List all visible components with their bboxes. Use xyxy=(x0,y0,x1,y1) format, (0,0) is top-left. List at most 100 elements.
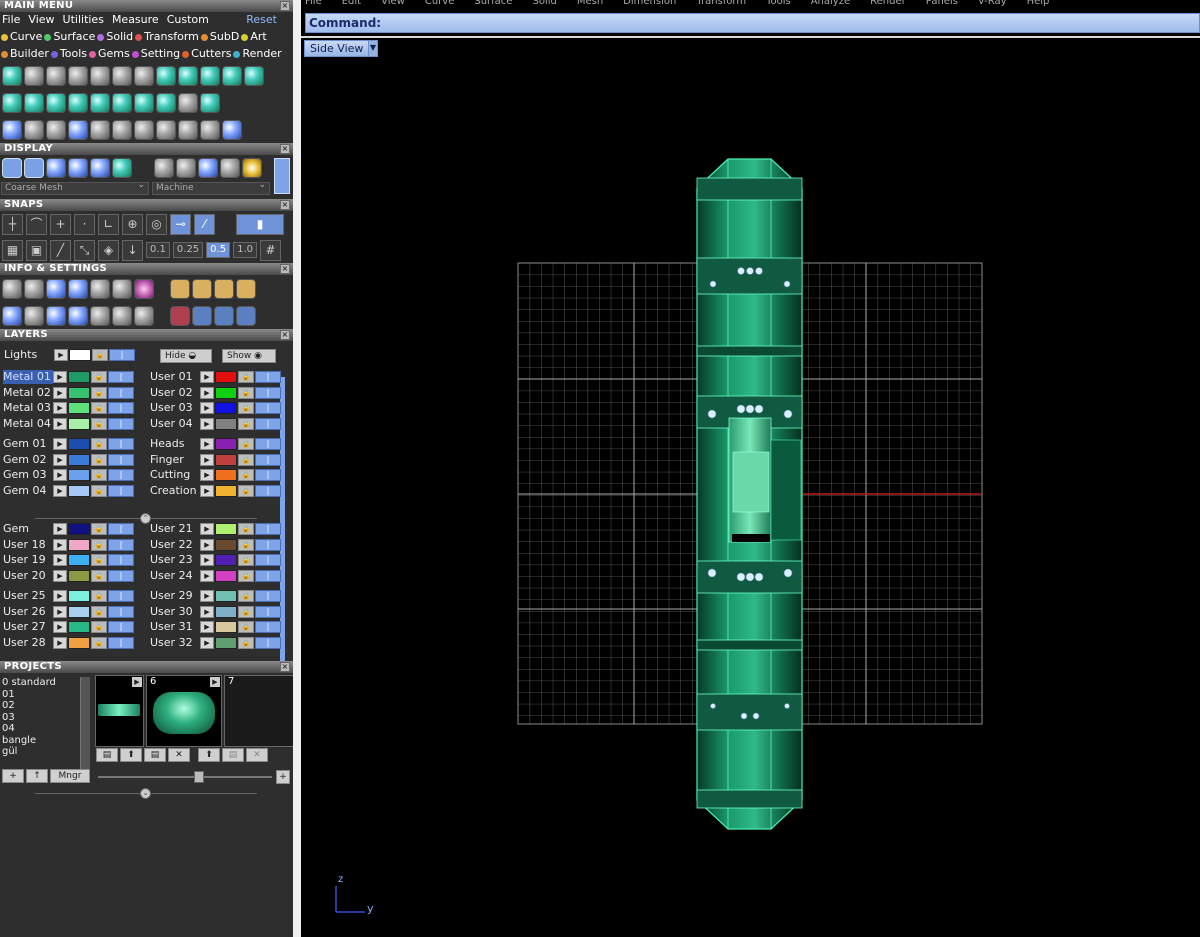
lock-icon[interactable]: 🔒 xyxy=(238,418,254,430)
cloud-icon[interactable] xyxy=(24,65,44,86)
move-icon[interactable] xyxy=(90,119,110,140)
manager-button[interactable]: Mngr xyxy=(50,769,90,783)
image-icon[interactable] xyxy=(90,92,110,113)
project-list-item[interactable]: 0 standard xyxy=(2,677,80,689)
lock-icon[interactable]: 🔒 xyxy=(91,485,107,497)
visibility-toggle[interactable]: | xyxy=(108,523,134,535)
rotate-icon[interactable] xyxy=(112,119,132,140)
zoom-slider-handle[interactable] xyxy=(194,771,204,783)
snap-end-icon[interactable]: ∟ xyxy=(98,213,119,235)
cubes-icon[interactable] xyxy=(2,119,22,140)
layer-color-swatch[interactable] xyxy=(68,606,90,618)
line-icon[interactable]: ╱ xyxy=(50,239,71,261)
expand-icon[interactable]: ▶ xyxy=(53,469,67,481)
layer-color-swatch[interactable] xyxy=(68,523,90,535)
layer-color-swatch[interactable] xyxy=(68,637,90,649)
upload-icon[interactable]: ⬆ xyxy=(120,748,142,762)
project-list-item[interactable]: 04 xyxy=(2,723,80,735)
visibility-toggle[interactable]: | xyxy=(108,418,134,430)
visibility-toggle[interactable]: | xyxy=(108,570,134,582)
lock-icon[interactable]: 🔒 xyxy=(238,454,254,466)
layer-color-swatch[interactable] xyxy=(68,554,90,566)
paint-icon[interactable] xyxy=(178,65,198,86)
visibility-toggle[interactable]: | xyxy=(108,402,134,414)
brush-2-icon[interactable] xyxy=(46,92,66,113)
visibility-toggle[interactable]: | xyxy=(255,523,281,535)
visibility-toggle[interactable]: | xyxy=(255,402,281,414)
category-tools[interactable]: Tools xyxy=(50,47,87,60)
project-list-item[interactable]: 02 xyxy=(2,700,80,712)
layer-color-swatch[interactable] xyxy=(215,539,237,551)
toggle-button[interactable] xyxy=(274,158,290,194)
menu-measure[interactable]: Measure xyxy=(112,12,159,28)
close-icon[interactable]: × xyxy=(280,144,290,154)
box-icon[interactable] xyxy=(68,278,88,299)
arc-icon[interactable] xyxy=(46,119,66,140)
lock-icon[interactable]: 🔒 xyxy=(238,523,254,535)
project-list[interactable]: 0 standard 01 02 03 04 bangle gül xyxy=(2,677,80,765)
sphere-blue-icon[interactable] xyxy=(198,158,218,178)
expand-icon[interactable]: ▶ xyxy=(200,469,214,481)
visibility-toggle[interactable]: | xyxy=(109,349,135,361)
settings-icon[interactable] xyxy=(2,278,22,299)
sphere-grid-icon[interactable] xyxy=(176,158,196,178)
lock-icon[interactable]: 🔒 xyxy=(91,637,107,649)
add-project-icon[interactable]: + xyxy=(2,769,24,783)
expand-icon[interactable]: ▶ xyxy=(200,402,214,414)
save-icon[interactable]: ▤ xyxy=(144,748,166,762)
scale-tool-icon[interactable] xyxy=(214,305,234,326)
layer-color-swatch[interactable] xyxy=(68,539,90,551)
snap-cross-icon[interactable]: + xyxy=(50,213,71,235)
expand-icon[interactable]: ▶ xyxy=(53,554,67,566)
layer-color-swatch[interactable] xyxy=(68,418,90,430)
stack-icon[interactable] xyxy=(46,278,66,299)
snap-tangent-icon[interactable]: ⁄ xyxy=(194,213,215,235)
close-icon[interactable]: × xyxy=(280,1,290,11)
reset-button[interactable]: Reset xyxy=(246,12,277,28)
save-icon[interactable]: ▤ xyxy=(222,748,244,762)
lock-icon[interactable]: 🔒 xyxy=(91,606,107,618)
lock-icon[interactable]: 🔒 xyxy=(238,438,254,450)
project-list-item[interactable]: 01 xyxy=(2,689,80,701)
globe-icon[interactable] xyxy=(2,65,22,86)
thumbnail-arrow-icon[interactable]: ▶ xyxy=(210,677,220,687)
category-art[interactable]: Art xyxy=(241,30,267,43)
select-icon[interactable] xyxy=(170,305,190,326)
side-view-canvas[interactable] xyxy=(301,0,1200,937)
layer-color-swatch[interactable] xyxy=(215,371,237,383)
layer-color-swatch[interactable] xyxy=(68,438,90,450)
visibility-toggle[interactable]: | xyxy=(108,387,134,399)
ghost-icon[interactable] xyxy=(24,158,44,178)
project-list-scrollbar[interactable] xyxy=(80,677,90,769)
chip-icon[interactable] xyxy=(112,65,132,86)
wireframe-icon[interactable] xyxy=(2,158,22,178)
expand-icon[interactable]: ▶ xyxy=(53,485,67,497)
expand-icon[interactable]: ▶ xyxy=(53,438,67,450)
wave-icon[interactable] xyxy=(200,65,220,86)
layer-color-swatch[interactable] xyxy=(68,485,90,497)
lock-icon[interactable]: 🔒 xyxy=(91,469,107,481)
brush-tool-icon[interactable] xyxy=(170,278,190,299)
expand-icon[interactable]: ▶ xyxy=(53,418,67,430)
lock-icon[interactable]: 🔒 xyxy=(238,485,254,497)
visibility-toggle[interactable]: | xyxy=(255,554,281,566)
visibility-toggle[interactable]: | xyxy=(108,637,134,649)
layer-color-swatch[interactable] xyxy=(215,387,237,399)
layer-color-swatch[interactable] xyxy=(68,570,90,582)
array-icon[interactable] xyxy=(134,119,154,140)
zoom-slider-track[interactable] xyxy=(98,776,272,778)
curve-icon[interactable] xyxy=(24,119,44,140)
layer-color-swatch[interactable] xyxy=(215,590,237,602)
visibility-toggle[interactable]: | xyxy=(255,454,281,466)
lock-icon[interactable]: 🔒 xyxy=(91,454,107,466)
lock-icon[interactable]: 🔒 xyxy=(91,523,107,535)
machine-dropdown[interactable]: Machine xyxy=(152,180,270,195)
brush-icon[interactable] xyxy=(156,65,176,86)
ring-icon[interactable] xyxy=(244,65,264,86)
snap-mid-icon[interactable]: ⊸ xyxy=(170,213,191,235)
layer-color-swatch[interactable] xyxy=(215,418,237,430)
visibility-toggle[interactable]: | xyxy=(108,371,134,383)
layer-color-swatch[interactable] xyxy=(68,387,90,399)
lock-icon[interactable]: 🔒 xyxy=(91,402,107,414)
project-list-item[interactable]: bangle xyxy=(2,735,80,747)
